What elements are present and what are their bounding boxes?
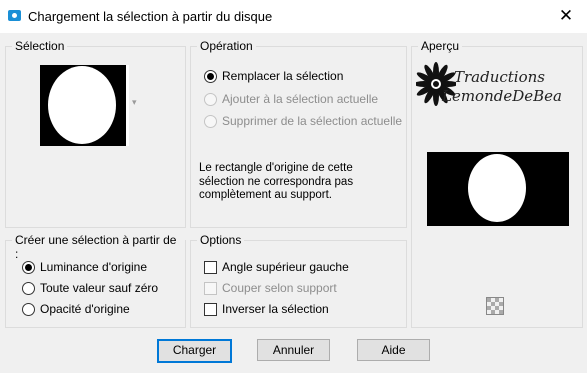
- checkbox[interactable]: [204, 302, 217, 316]
- note-line: Le rectangle d'origine de cette: [199, 162, 353, 174]
- note-line: sélection ne correspondra pas: [199, 175, 354, 188]
- radio-button[interactable]: [204, 114, 217, 128]
- operation-note: Le rectangle d'origine de cette sélectio…: [199, 162, 353, 203]
- radio-source-opacity[interactable]: Opacité d'origine: [22, 302, 130, 316]
- checkbox[interactable]: [204, 281, 217, 295]
- radio-add-selection[interactable]: Ajouter à la sélection actuelle: [204, 92, 378, 106]
- check-crop-to-canvas[interactable]: Couper selon support: [204, 281, 337, 295]
- checkbox-label: Inverser la sélection: [222, 302, 329, 316]
- radio-subtract-selection[interactable]: Supprimer de la sélection actuelle: [204, 114, 402, 128]
- radio-label: Luminance d'origine: [40, 260, 148, 274]
- radio-button[interactable]: [22, 281, 35, 295]
- watermark-line2: LemondeDeBea: [442, 87, 562, 105]
- radio-button[interactable]: [22, 260, 35, 274]
- camera-icon: [8, 10, 21, 21]
- check-invert-selection[interactable]: Inverser la sélection: [204, 302, 329, 316]
- options-legend: Options: [197, 233, 245, 247]
- watermark-line1: Traductions: [454, 68, 545, 86]
- title-bar: Chargement la sélection à partir du disq…: [0, 0, 587, 33]
- help-button[interactable]: Aide: [357, 339, 430, 361]
- radio-source-luminance[interactable]: Luminance d'origine: [22, 260, 147, 274]
- selection-dropdown-arrow[interactable]: ▾: [132, 97, 137, 108]
- radio-label: Ajouter à la sélection actuelle: [222, 92, 379, 106]
- radio-label: Remplacer la sélection: [222, 69, 344, 83]
- transparency-toggle-icon[interactable]: [486, 297, 504, 315]
- radio-label: Toute valeur sauf zéro: [40, 281, 159, 295]
- window-title: Chargement la sélection à partir du disq…: [28, 9, 273, 24]
- check-top-left-corner[interactable]: Angle supérieur gauche: [204, 260, 349, 274]
- apercu-legend: Aperçu: [418, 39, 463, 53]
- load-button[interactable]: Charger: [157, 339, 232, 363]
- radio-label: Supprimer de la sélection actuelle: [222, 114, 403, 128]
- radio-button[interactable]: [204, 69, 217, 83]
- cancel-button[interactable]: Annuler: [257, 339, 330, 361]
- radio-label: Opacité d'origine: [40, 302, 130, 316]
- note-line: complètement au support.: [199, 189, 332, 201]
- watermark-logo: Traductions LemondeDeBea: [416, 62, 566, 112]
- radio-replace-selection[interactable]: Remplacer la sélection: [204, 69, 343, 83]
- radio-button[interactable]: [22, 302, 35, 316]
- create-from-legend: Créer une sélection à partir de :: [12, 233, 185, 261]
- radio-any-non-zero[interactable]: Toute valeur sauf zéro: [22, 281, 158, 295]
- selection-legend: Sélection: [12, 39, 68, 53]
- close-button[interactable]: ✕: [551, 4, 581, 28]
- checkbox-label: Couper selon support: [222, 281, 337, 295]
- selection-thumbnail[interactable]: [40, 65, 129, 146]
- checkbox[interactable]: [204, 260, 217, 274]
- checkbox-label: Angle supérieur gauche: [222, 260, 349, 274]
- preview-image: [427, 152, 569, 226]
- operation-legend: Opération: [197, 39, 256, 53]
- radio-button[interactable]: [204, 92, 217, 106]
